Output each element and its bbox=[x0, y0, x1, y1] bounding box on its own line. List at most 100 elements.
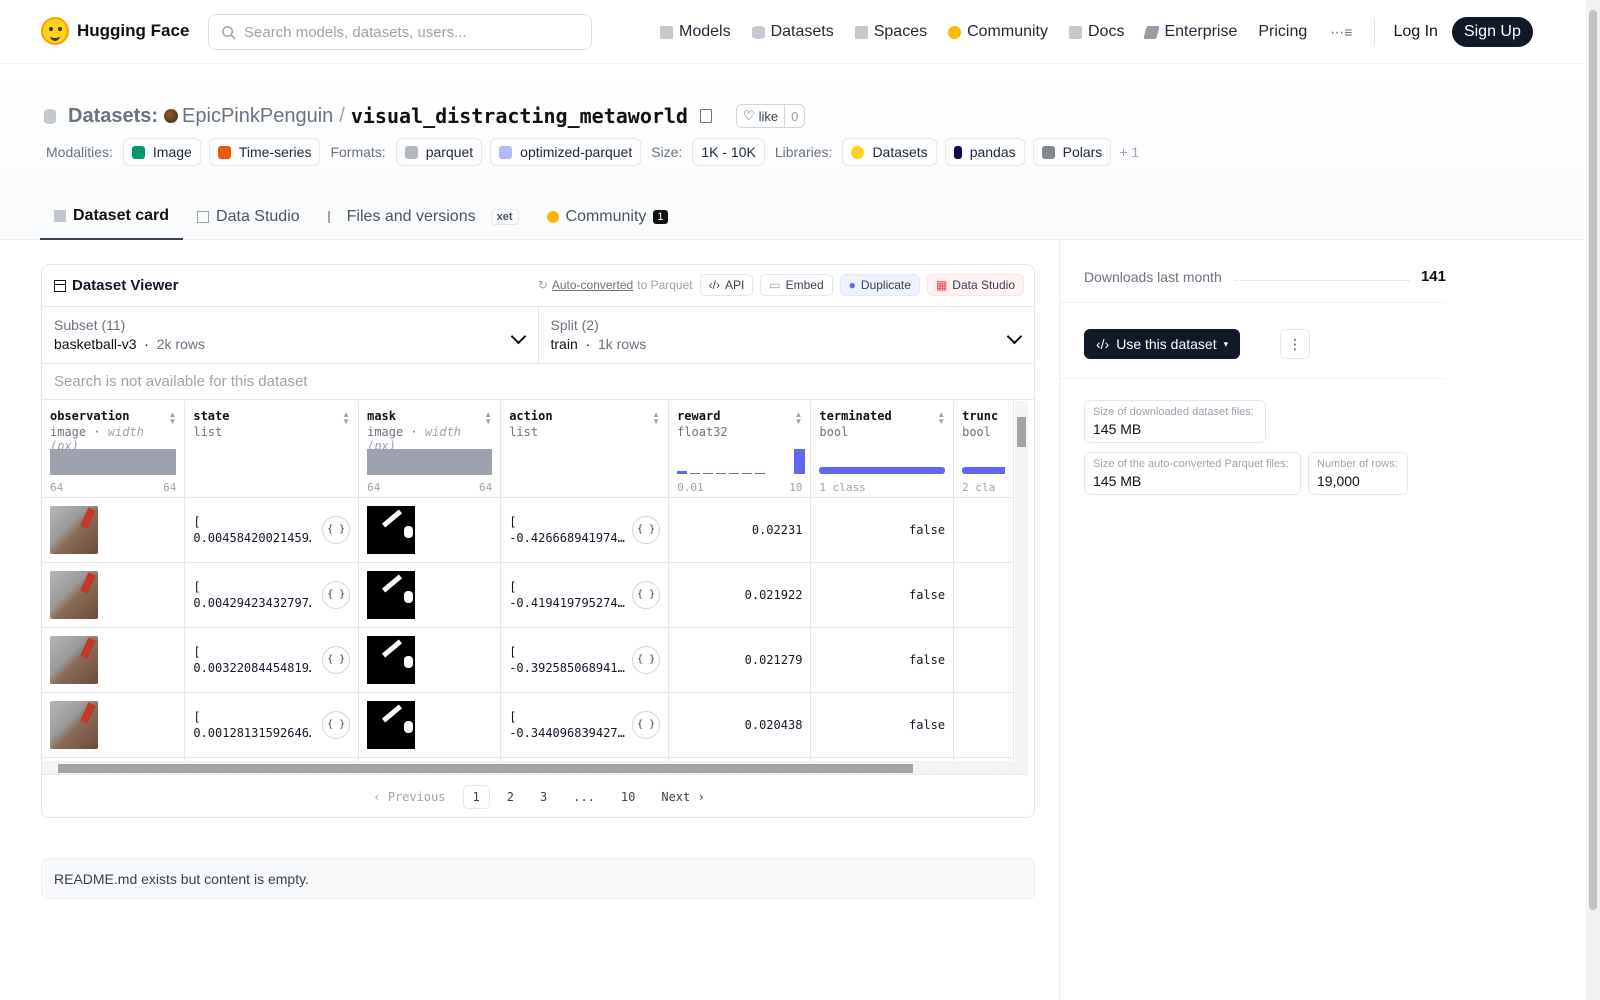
tag-size[interactable]: 1K - 10K bbox=[692, 138, 765, 166]
expand-json-icon[interactable]: { } bbox=[632, 645, 661, 674]
next-page-button[interactable]: Next › bbox=[652, 786, 713, 808]
table-vertical-scrollbar[interactable] bbox=[1015, 401, 1028, 761]
sort-icon[interactable]: ▲ ▼ bbox=[484, 411, 492, 426]
page-button-10[interactable]: 10 bbox=[612, 786, 644, 808]
sort-icon[interactable]: ▲ ▼ bbox=[168, 411, 176, 426]
mask-cell[interactable] bbox=[358, 497, 502, 563]
observation-image[interactable] bbox=[50, 700, 98, 749]
more-menu-icon[interactable]: ⋯≡ bbox=[1330, 24, 1352, 41]
observation-cell[interactable] bbox=[42, 497, 186, 563]
page-button-1[interactable]: 1 bbox=[462, 785, 490, 809]
observation-image[interactable] bbox=[50, 635, 98, 684]
expand-json-icon[interactable]: { } bbox=[322, 710, 351, 739]
histogram-bin[interactable] bbox=[742, 473, 753, 474]
column-header-observation[interactable]: observation image · width (px) ▲ ▼ 64 64 bbox=[42, 401, 186, 498]
sort-icon[interactable]: ▲ ▼ bbox=[795, 411, 803, 426]
sort-icon[interactable]: ▲ ▼ bbox=[937, 411, 945, 426]
split-select[interactable]: Split (2) train · 1k rows bbox=[537, 307, 1035, 363]
column-header-state[interactable]: state list ▲ ▼ bbox=[184, 401, 360, 498]
data-studio-button[interactable]: ▦ Data Studio bbox=[926, 274, 1024, 296]
table-horizontal-scrollbar[interactable] bbox=[42, 761, 1028, 775]
page-button-3[interactable]: 3 bbox=[531, 786, 556, 808]
owner-link[interactable]: EpicPinkPenguin bbox=[164, 105, 333, 128]
copy-icon[interactable] bbox=[699, 109, 712, 123]
brand-logo[interactable]: Hugging Face bbox=[41, 17, 189, 45]
column-header-reward[interactable]: reward float32 ▲ ▼ 0.01 10 bbox=[668, 401, 812, 498]
sort-icon[interactable]: ▲ ▼ bbox=[342, 411, 350, 426]
nav-link-spaces[interactable]: Spaces bbox=[854, 23, 927, 41]
embed-button[interactable]: ▭ Embed bbox=[760, 274, 833, 296]
expand-json-icon[interactable]: { } bbox=[322, 645, 351, 674]
nav-link-datasets[interactable]: Datasets bbox=[751, 23, 834, 41]
tag-datasets-lib[interactable]: Datasets bbox=[842, 138, 937, 166]
nav-link-docs[interactable]: Docs bbox=[1069, 23, 1124, 41]
more-options-icon[interactable]: ⋮ bbox=[1280, 329, 1310, 359]
downloads-row: Downloads last month 141 bbox=[1084, 268, 1446, 285]
histogram-bin[interactable] bbox=[716, 473, 727, 474]
search-input[interactable]: Search models, datasets, users... bbox=[208, 14, 592, 50]
column-header-action[interactable]: action list ▲ ▼ bbox=[500, 401, 670, 498]
datasets-lib-icon bbox=[851, 145, 865, 159]
mask-cell[interactable] bbox=[358, 627, 502, 693]
page-scrollbar[interactable] bbox=[1586, 0, 1600, 1000]
observation-image[interactable] bbox=[50, 505, 98, 554]
previous-page-button[interactable]: ‹ Previous bbox=[364, 786, 454, 808]
libraries-more[interactable]: + 1 bbox=[1119, 144, 1139, 160]
expand-json-icon[interactable]: { } bbox=[632, 710, 661, 739]
tag-pandas[interactable]: pandas bbox=[944, 138, 1025, 166]
tag-optimized-parquet[interactable]: optimized-parquet bbox=[490, 138, 642, 166]
histogram-bin[interactable] bbox=[690, 473, 701, 474]
observation-cell[interactable] bbox=[42, 562, 186, 628]
repo-name[interactable]: visual_distracting_metaworld bbox=[351, 104, 688, 128]
scrollbar-thumb[interactable] bbox=[1017, 417, 1026, 447]
nav-link-pricing[interactable]: Pricing bbox=[1258, 23, 1307, 41]
column-header-terminated[interactable]: terminated bool ▲ ▼ 1 class bbox=[810, 401, 955, 498]
mask-image[interactable] bbox=[367, 570, 416, 619]
observation-cell[interactable] bbox=[42, 627, 186, 693]
nav-link-models[interactable]: Models bbox=[660, 23, 731, 41]
histogram-bin[interactable] bbox=[729, 473, 740, 474]
scrollbar-thumb[interactable] bbox=[58, 764, 913, 773]
class-bar[interactable] bbox=[962, 467, 1005, 474]
column-header-mask[interactable]: mask image · width (px) ▲ ▼ 64 64 bbox=[358, 401, 502, 498]
sort-icon[interactable]: ▲ ▼ bbox=[652, 411, 660, 426]
observation-cell[interactable] bbox=[42, 692, 186, 758]
tag-image[interactable]: Image bbox=[122, 138, 201, 166]
mask-cell[interactable] bbox=[358, 692, 502, 758]
scrollbar-thumb[interactable] bbox=[1589, 10, 1597, 910]
expand-json-icon[interactable]: { } bbox=[322, 515, 351, 544]
mask-image[interactable] bbox=[367, 700, 416, 749]
mask-image[interactable] bbox=[367, 635, 416, 684]
observation-image[interactable] bbox=[50, 570, 98, 619]
tag-parquet[interactable]: parquet bbox=[395, 138, 483, 166]
tab-files-and-versions[interactable]: Files and versions xet bbox=[314, 194, 533, 240]
login-link[interactable]: Log In bbox=[1393, 23, 1437, 41]
mask-image[interactable] bbox=[367, 505, 416, 554]
tab-dataset-card[interactable]: Dataset card bbox=[40, 194, 184, 240]
nav-link-enterprise[interactable]: Enterprise bbox=[1143, 23, 1237, 41]
expand-json-icon[interactable]: { } bbox=[322, 580, 351, 609]
tag-polars[interactable]: Polars bbox=[1032, 138, 1112, 166]
histogram-bin[interactable] bbox=[794, 449, 806, 474]
histogram-bin[interactable] bbox=[677, 471, 688, 474]
subset-select[interactable]: Subset (11) basketball-v3 · 2k rows bbox=[42, 307, 538, 363]
histogram-bin[interactable] bbox=[703, 473, 714, 474]
column-header-truncated[interactable]: trunc bool 2 cla bbox=[953, 401, 1014, 498]
expand-json-icon[interactable]: { } bbox=[632, 580, 661, 609]
page-button-2[interactable]: 2 bbox=[498, 786, 523, 808]
readme-empty-notice: README.md exists but content is empty. bbox=[41, 858, 1035, 899]
duplicate-button[interactable]: ● Duplicate bbox=[839, 274, 920, 296]
nav-link-community[interactable]: Community bbox=[948, 23, 1048, 41]
use-this-dataset-button[interactable]: ‹/› Use this dataset ▾ bbox=[1084, 329, 1241, 359]
histogram-bin[interactable] bbox=[755, 473, 766, 474]
tag-time-series[interactable]: Time-series bbox=[208, 138, 321, 166]
tab-data-studio[interactable]: Data Studio bbox=[183, 194, 314, 240]
signup-button[interactable]: Sign Up bbox=[1451, 17, 1533, 47]
class-bar[interactable] bbox=[819, 467, 946, 474]
expand-json-icon[interactable]: { } bbox=[632, 515, 661, 544]
api-button[interactable]: ‹/› API bbox=[699, 274, 754, 296]
like-button[interactable]: ♡ like 0 bbox=[735, 104, 806, 128]
mask-cell[interactable] bbox=[358, 562, 502, 628]
auto-converted-link[interactable]: Auto-converted bbox=[552, 278, 633, 292]
tab-community[interactable]: Community 1 bbox=[533, 194, 682, 240]
